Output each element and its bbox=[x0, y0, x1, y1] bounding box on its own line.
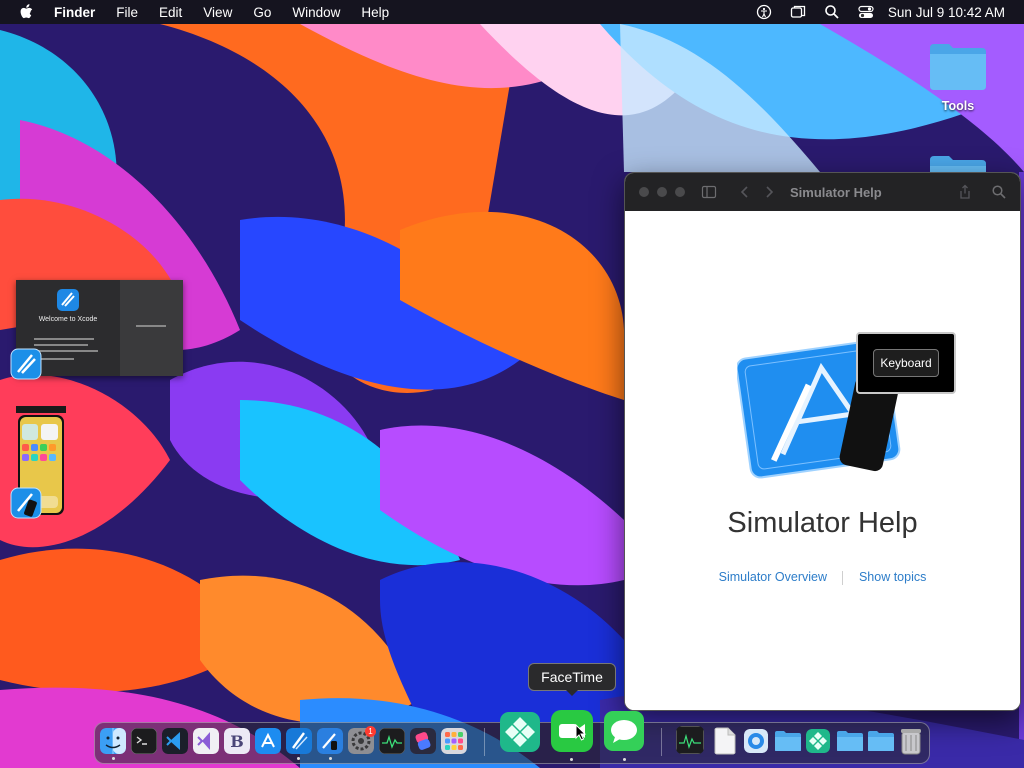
running-indicator bbox=[570, 758, 573, 761]
sidebar-toggle-icon[interactable] bbox=[701, 184, 717, 200]
activity-monitor-window-icon[interactable] bbox=[676, 726, 704, 754]
visual-studio-icon[interactable] bbox=[193, 728, 219, 754]
menu-app-name[interactable]: Finder bbox=[54, 5, 95, 20]
xcode-recent-projects-pane bbox=[120, 280, 183, 376]
xcode-icon bbox=[57, 289, 79, 311]
tools-app-folder-icon[interactable] bbox=[806, 729, 830, 753]
instruments-icon[interactable] bbox=[317, 728, 343, 754]
folder-icon[interactable] bbox=[867, 729, 895, 753]
menu-window[interactable]: Window bbox=[292, 5, 340, 20]
tools-app-icon[interactable] bbox=[500, 712, 540, 752]
xcode-icon[interactable] bbox=[286, 728, 312, 754]
desktop-folder-label: Tools bbox=[941, 99, 975, 113]
minimize-button[interactable] bbox=[657, 187, 667, 197]
menu-edit[interactable]: Edit bbox=[159, 5, 182, 20]
control-center-icon[interactable] bbox=[858, 4, 874, 20]
folder-icon bbox=[930, 44, 986, 90]
simulator-app-badge-icon bbox=[10, 487, 42, 519]
spotlight-search-icon[interactable] bbox=[824, 4, 840, 20]
dock-separator bbox=[661, 728, 662, 756]
keyboard-button[interactable]: Keyboard bbox=[873, 349, 939, 377]
xcode-app-badge-icon bbox=[10, 348, 42, 380]
messages-icon[interactable] bbox=[604, 711, 644, 751]
simulator-help-window: Simulator Help Keyboard Simulator Help S… bbox=[624, 172, 1021, 711]
help-links: Simulator Overview Show topics bbox=[625, 570, 1020, 585]
close-button[interactable] bbox=[639, 187, 649, 197]
shortcuts-icon[interactable] bbox=[410, 728, 436, 754]
zoom-button[interactable] bbox=[675, 187, 685, 197]
folder-icon[interactable] bbox=[836, 729, 864, 753]
terminal-icon[interactable] bbox=[131, 728, 157, 754]
dock-tooltip: FaceTime bbox=[528, 663, 616, 691]
app-store-icon[interactable] bbox=[255, 728, 281, 754]
menu-file[interactable]: File bbox=[116, 5, 138, 20]
activity-monitor-icon[interactable] bbox=[379, 728, 405, 754]
dock-separator bbox=[484, 728, 485, 756]
document-icon[interactable] bbox=[713, 727, 737, 755]
help-window-title: Simulator Help bbox=[790, 185, 882, 200]
help-content: Keyboard Simulator Help Simulator Overvi… bbox=[625, 211, 1020, 710]
menu-clock[interactable]: Sun Jul 9 10:42 AM bbox=[888, 5, 1005, 20]
show-topics-link[interactable]: Show topics bbox=[859, 570, 926, 584]
share-icon[interactable] bbox=[957, 184, 973, 200]
running-indicator bbox=[329, 757, 332, 760]
browser-icon[interactable] bbox=[744, 729, 768, 753]
vscode-icon[interactable] bbox=[162, 728, 188, 754]
bbedit-icon[interactable]: B bbox=[224, 728, 250, 754]
menu-go[interactable]: Go bbox=[253, 5, 271, 20]
window-switcher-icon[interactable] bbox=[790, 4, 806, 20]
back-icon[interactable] bbox=[737, 184, 753, 200]
running-indicator bbox=[297, 757, 300, 760]
simulator-overview-link[interactable]: Simulator Overview bbox=[719, 570, 827, 584]
mouse-cursor-icon bbox=[575, 724, 587, 741]
xcode-recent-line bbox=[136, 325, 166, 327]
help-window-titlebar[interactable]: Simulator Help bbox=[625, 173, 1020, 211]
launchpad-icon[interactable] bbox=[441, 728, 467, 754]
help-heading: Simulator Help bbox=[727, 507, 918, 539]
folder-icon[interactable] bbox=[774, 729, 802, 753]
search-icon[interactable] bbox=[991, 184, 1007, 200]
folder-icon bbox=[930, 156, 986, 174]
apple-menu-icon[interactable] bbox=[18, 3, 36, 21]
running-indicator bbox=[112, 757, 115, 760]
xcode-welcome-title: Welcome to Xcode bbox=[38, 316, 98, 323]
link-separator bbox=[842, 570, 844, 585]
finder-icon[interactable] bbox=[100, 728, 126, 754]
dock-tooltip-arrow bbox=[565, 689, 579, 696]
running-indicator bbox=[623, 758, 626, 761]
trash-icon[interactable] bbox=[900, 727, 922, 755]
forward-icon[interactable] bbox=[761, 184, 777, 200]
menu-view[interactable]: View bbox=[203, 5, 232, 20]
svg-text:B: B bbox=[230, 732, 244, 751]
menu-bar: Finder File Edit View Go Window Help Sun… bbox=[0, 0, 1024, 24]
desktop-folder-tools[interactable]: Tools bbox=[926, 38, 990, 113]
accessibility-icon[interactable] bbox=[756, 4, 772, 20]
keyboard-popup[interactable]: Keyboard bbox=[856, 332, 956, 394]
notification-badge: 1 bbox=[365, 726, 376, 737]
menu-help[interactable]: Help bbox=[361, 5, 389, 20]
